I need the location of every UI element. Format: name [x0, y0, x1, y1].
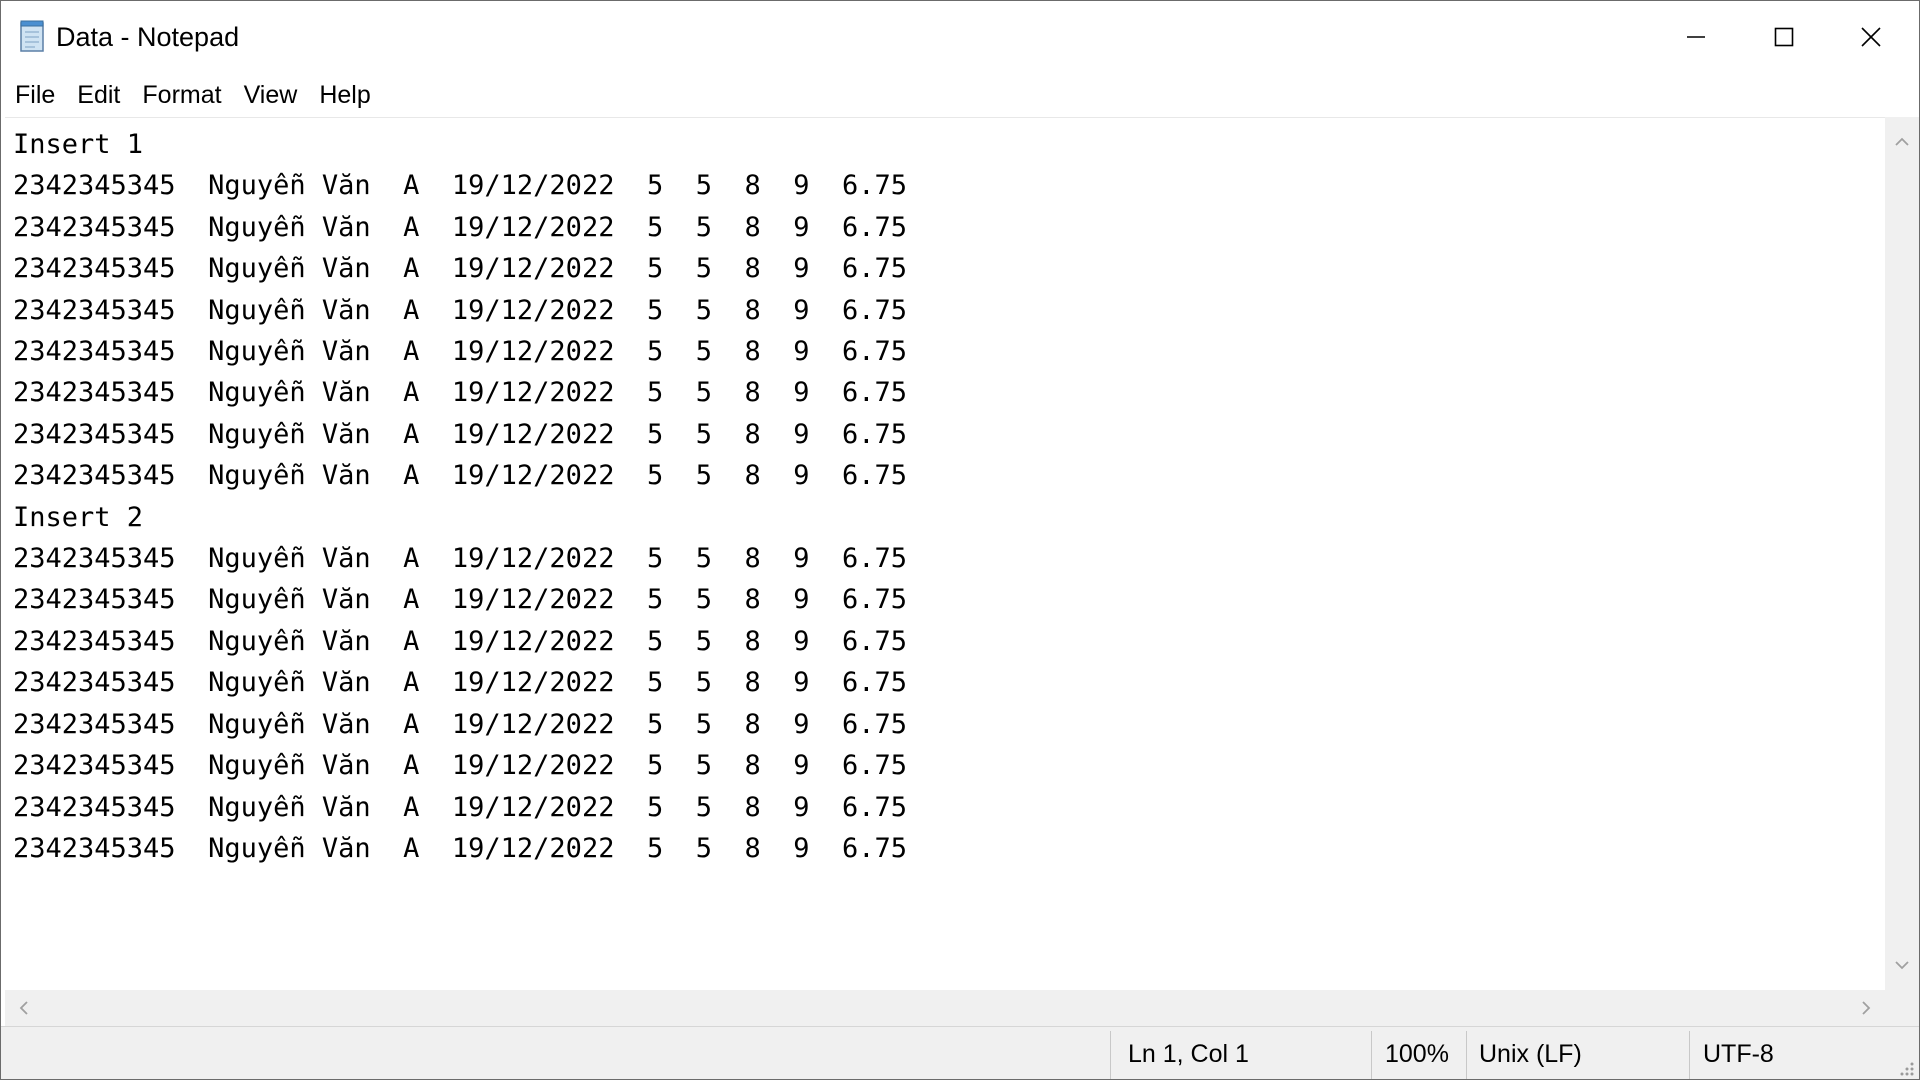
editor-line: 2342345345 Nguyễn Văn A 19/12/2022 5 5 8… — [13, 460, 908, 492]
menu-format[interactable]: Format — [131, 75, 232, 115]
maximize-button[interactable] — [1740, 1, 1828, 73]
maximize-icon — [1774, 27, 1794, 47]
status-zoom: 100% — [1385, 1040, 1449, 1068]
close-icon — [1861, 27, 1881, 47]
status-separator — [1689, 1031, 1690, 1079]
scroll-down-arrow-icon[interactable] — [1885, 952, 1919, 978]
scroll-right-arrow-icon[interactable] — [1853, 990, 1879, 1026]
editor-text[interactable]: Insert 1 2342345345 Nguyễn Văn A 19/12/2… — [13, 124, 907, 869]
minimize-button[interactable] — [1652, 1, 1740, 73]
editor-line: 2342345345 Nguyễn Văn A 19/12/2022 5 5 8… — [13, 170, 908, 202]
horizontal-scrollbar[interactable] — [5, 990, 1885, 1026]
menu-file[interactable]: File — [4, 75, 66, 115]
editor-line: 2342345345 Nguyễn Văn A 19/12/2022 5 5 8… — [13, 750, 908, 782]
resize-grip-icon[interactable] — [1895, 1057, 1915, 1077]
status-line-ending: Unix (LF) — [1479, 1040, 1582, 1068]
editor-line: Insert 2 — [13, 501, 144, 533]
close-button[interactable] — [1827, 1, 1915, 73]
editor-line: 2342345345 Nguyễn Văn A 19/12/2022 5 5 8… — [13, 543, 908, 575]
menu-edit[interactable]: Edit — [66, 75, 131, 115]
status-separator — [1371, 1031, 1372, 1079]
editor-line: 2342345345 Nguyễn Văn A 19/12/2022 5 5 8… — [13, 294, 908, 326]
scroll-up-arrow-icon[interactable] — [1885, 129, 1919, 155]
menu-view[interactable]: View — [233, 75, 309, 115]
status-separator — [1110, 1031, 1111, 1079]
editor-line: 2342345345 Nguyễn Văn A 19/12/2022 5 5 8… — [13, 336, 908, 368]
editor-line: 2342345345 Nguyễn Văn A 19/12/2022 5 5 8… — [13, 625, 908, 657]
notepad-window: Data - Notepad File Edit Format View Hel… — [0, 0, 1920, 1080]
menu-help[interactable]: Help — [308, 75, 381, 115]
editor-line: Insert 1 — [13, 129, 144, 160]
notepad-icon[interactable] — [19, 19, 45, 53]
menu-bar: File Edit Format View Help — [1, 73, 1919, 117]
status-encoding: UTF-8 — [1703, 1040, 1774, 1068]
editor-line: 2342345345 Nguyễn Văn A 19/12/2022 5 5 8… — [13, 211, 908, 243]
editor-line: 2342345345 Nguyễn Văn A 19/12/2022 5 5 8… — [13, 832, 908, 864]
status-separator — [1466, 1031, 1467, 1079]
editor-line: 2342345345 Nguyễn Văn A 19/12/2022 5 5 8… — [13, 708, 908, 740]
title-bar[interactable]: Data - Notepad — [1, 1, 1919, 73]
text-editor[interactable]: Insert 1 2342345345 Nguyễn Văn A 19/12/2… — [5, 117, 1885, 991]
editor-line: 2342345345 Nguyễn Văn A 19/12/2022 5 5 8… — [13, 667, 908, 699]
status-bar: Ln 1, Col 1 100% Unix (LF) UTF-8 — [1, 1026, 1919, 1079]
scroll-left-arrow-icon[interactable] — [11, 990, 37, 1026]
editor-line: 2342345345 Nguyễn Văn A 19/12/2022 5 5 8… — [13, 584, 908, 616]
editor-line: 2342345345 Nguyễn Văn A 19/12/2022 5 5 8… — [13, 253, 908, 285]
vertical-scrollbar[interactable] — [1885, 117, 1919, 990]
status-position: Ln 1, Col 1 — [1128, 1040, 1249, 1068]
minimize-icon — [1687, 36, 1705, 38]
editor-line: 2342345345 Nguyễn Văn A 19/12/2022 5 5 8… — [13, 791, 908, 823]
window-title: Data - Notepad — [56, 22, 240, 52]
scroll-corner — [1885, 990, 1919, 1026]
editor-line: 2342345345 Nguyễn Văn A 19/12/2022 5 5 8… — [13, 377, 908, 409]
editor-line: 2342345345 Nguyễn Văn A 19/12/2022 5 5 8… — [13, 418, 908, 450]
